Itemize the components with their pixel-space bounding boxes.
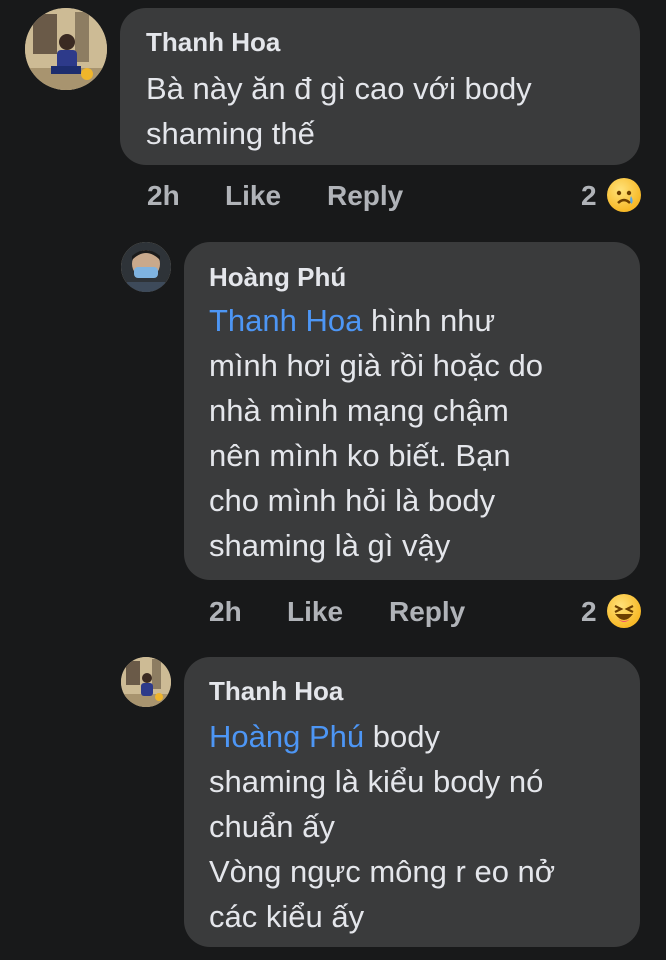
comment-author[interactable]: Thanh Hoa [209, 676, 343, 707]
comment-actions: 2h Like Reply [209, 596, 509, 630]
laugh-emoji-icon[interactable] [607, 594, 641, 628]
comment-bubble: Thanh Hoa Hoàng Phú body shaming là kiểu… [184, 657, 640, 947]
timestamp[interactable]: 2h [147, 180, 180, 212]
reply-button[interactable]: Reply [327, 180, 403, 212]
reaction-count[interactable]: 2 [581, 596, 597, 628]
avatar[interactable] [121, 242, 171, 292]
comment-text: Thanh Hoa hình như mình hơi già rồi hoặc… [209, 298, 629, 568]
user-photo-icon [25, 8, 107, 90]
mention-link[interactable]: Hoàng Phú [209, 719, 364, 754]
comment-actions: 2h Like Reply [147, 180, 447, 214]
comment-body: hình như mình hơi già rồi hoặc do nhà mì… [209, 303, 543, 563]
reaction-count[interactable]: 2 [581, 180, 597, 212]
like-button[interactable]: Like [287, 596, 343, 628]
user-photo-icon [121, 242, 171, 292]
comment-text: Hoàng Phú body shaming là kiểu body nó c… [209, 714, 629, 939]
avatar[interactable] [25, 8, 107, 90]
comment-text: Bà này ăn đ gì cao với body shaming thế [146, 71, 532, 151]
sad-emoji-icon[interactable] [607, 178, 641, 212]
reply-button[interactable]: Reply [389, 596, 465, 628]
avatar[interactable] [121, 657, 171, 707]
mention-link[interactable]: Thanh Hoa [209, 303, 362, 338]
comment-bubble: Hoàng Phú Thanh Hoa hình như mình hơi gi… [184, 242, 640, 580]
like-button[interactable]: Like [225, 180, 281, 212]
user-photo-icon [121, 657, 171, 707]
comment-bubble: Thanh Hoa Bà này ăn đ gì cao với body sh… [120, 8, 640, 165]
comment-author[interactable]: Hoàng Phú [209, 262, 346, 293]
comment-author[interactable]: Thanh Hoa [146, 27, 280, 58]
timestamp[interactable]: 2h [209, 596, 242, 628]
